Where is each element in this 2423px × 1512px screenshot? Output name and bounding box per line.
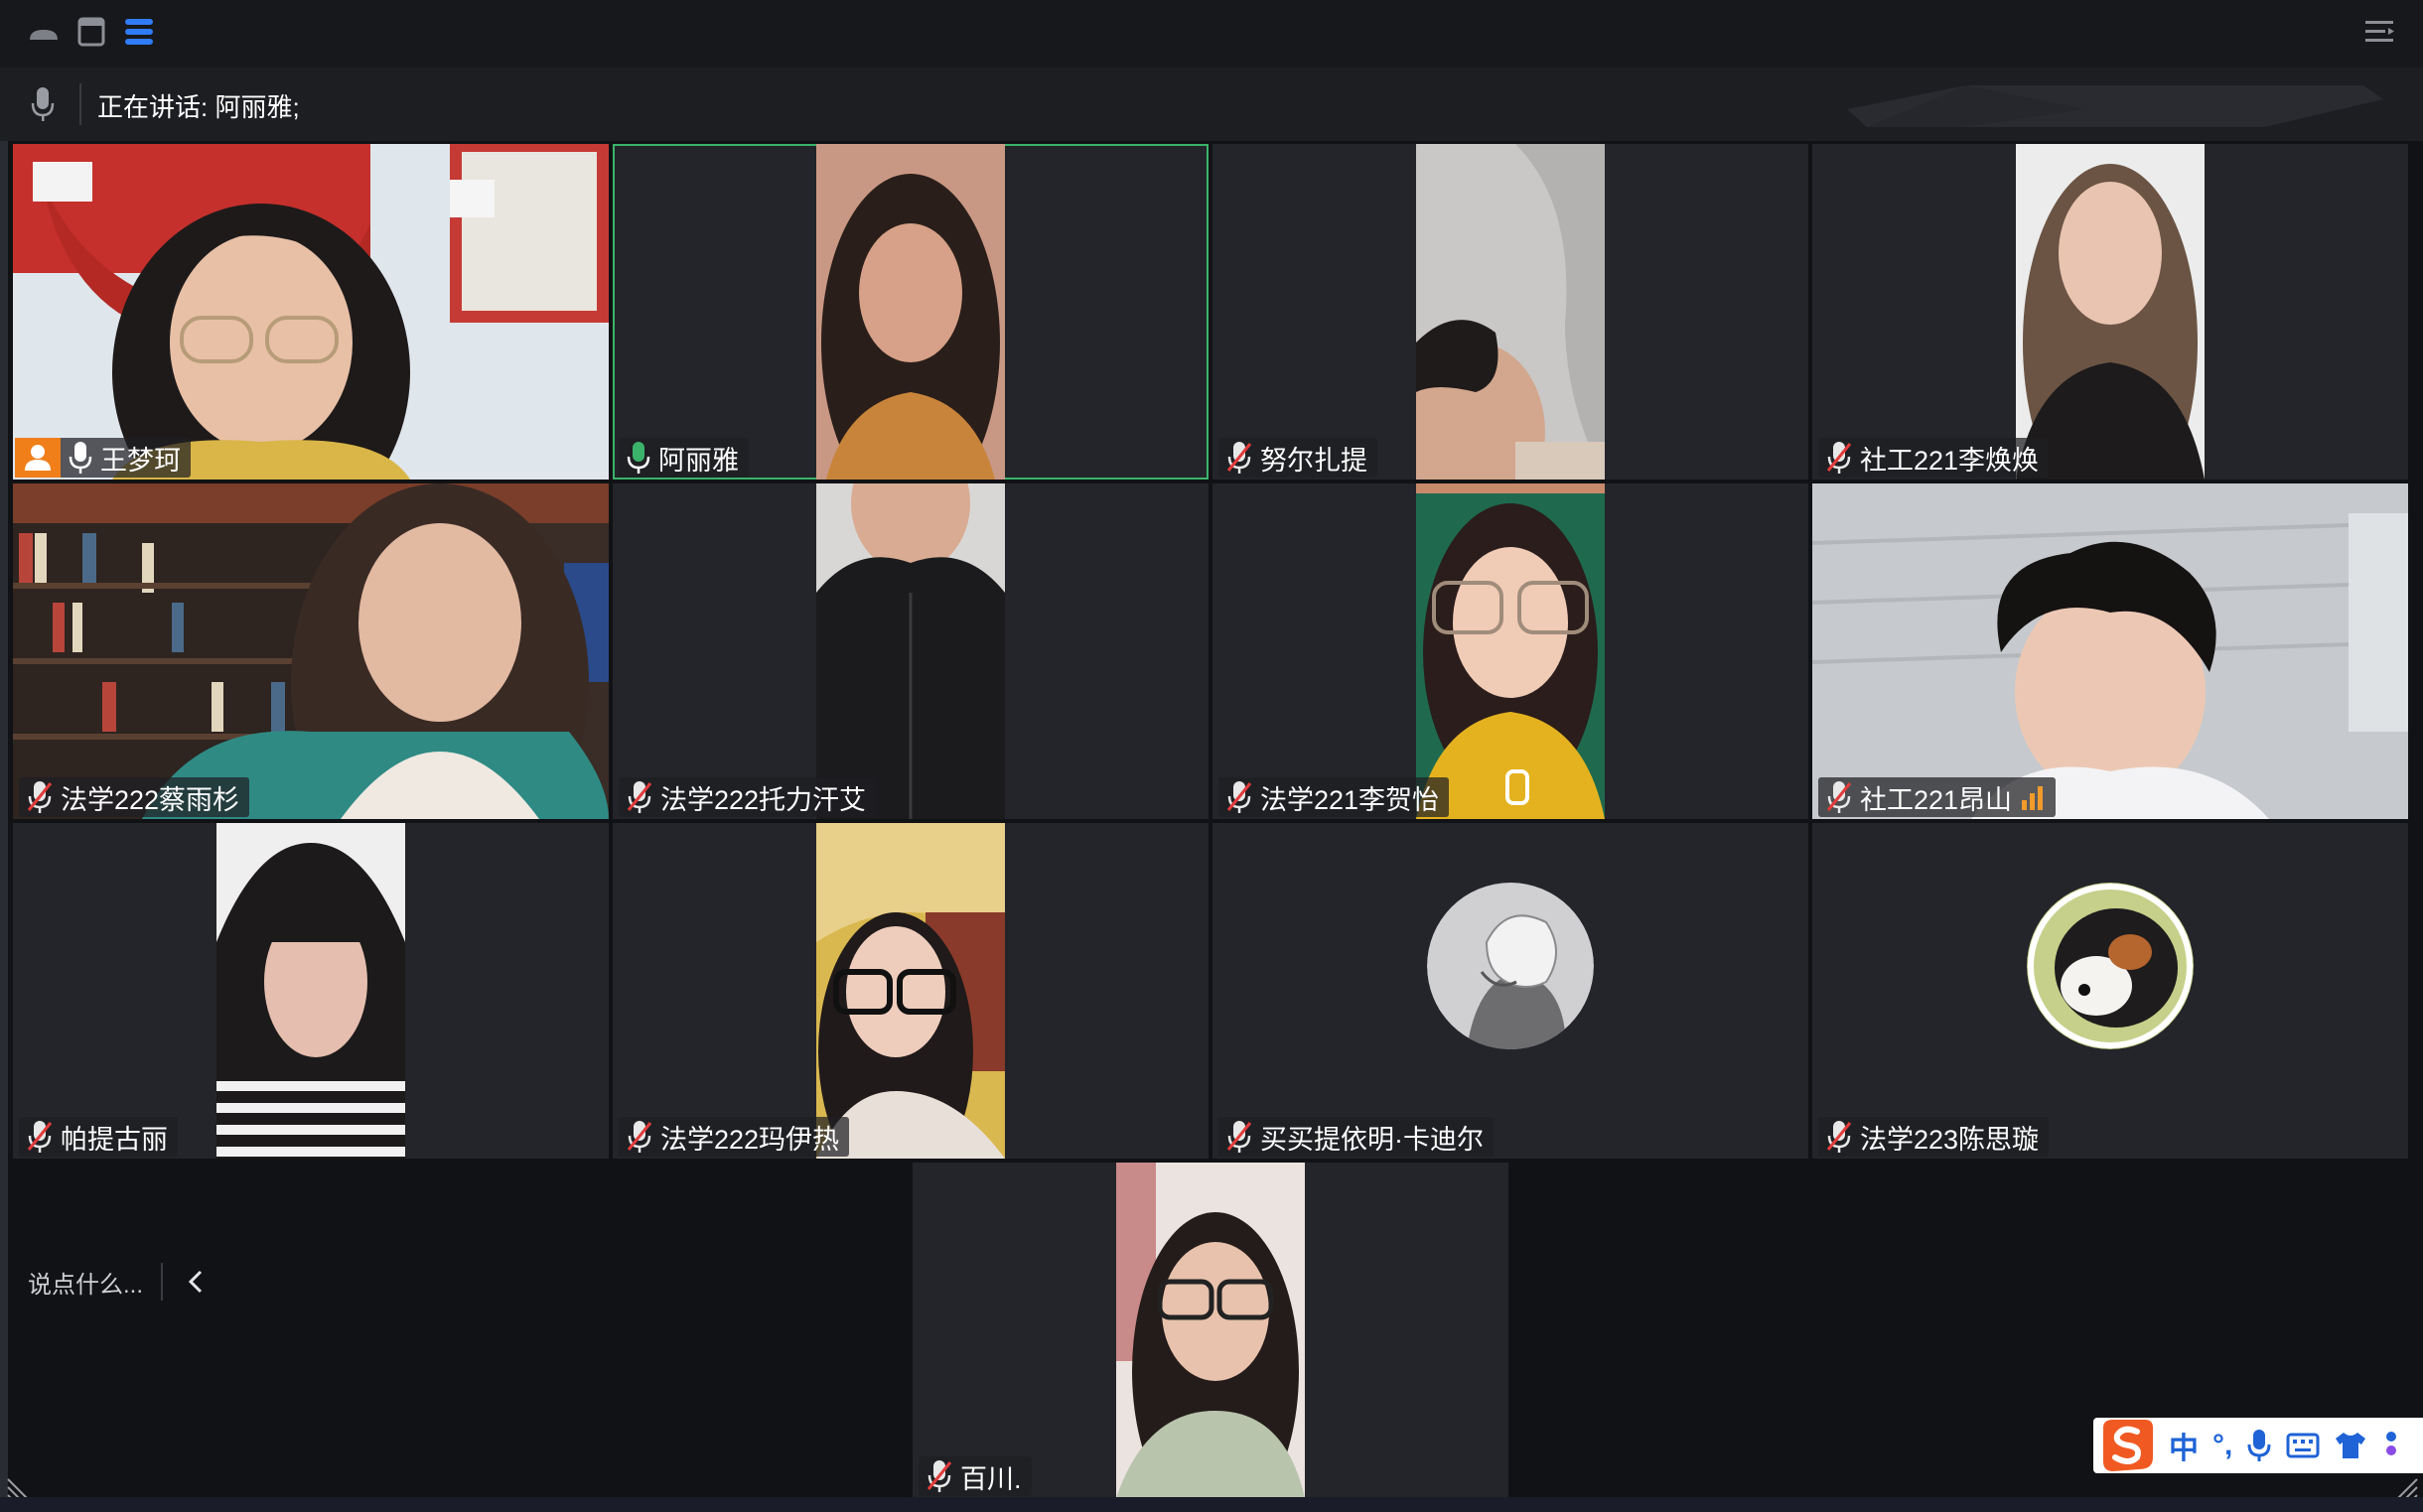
participant-name: 阿丽雅 <box>658 445 739 476</box>
participant-name-tag: 社工221昂山 <box>1818 777 2057 817</box>
participant-name: 法学222玛伊热 <box>660 1124 840 1155</box>
resize-handle-icon[interactable] <box>6 1475 38 1499</box>
left-window-edge <box>0 0 8 1512</box>
participant-name: 王梦珂 <box>100 445 181 476</box>
participant-name-tag: 阿丽雅 <box>619 438 749 478</box>
participant-tile[interactable]: 社工221李焕焕 <box>1812 144 2408 480</box>
microphone-muted-icon <box>1226 1121 1252 1153</box>
participant-name-tag: 法学222玛伊热 <box>619 1117 850 1157</box>
participant-avatar <box>2027 883 2194 1049</box>
microphone-muted-icon <box>627 781 652 813</box>
participant-tile[interactable]: 帕提古丽 <box>13 823 609 1159</box>
resize-handle-icon[interactable] <box>2387 1475 2419 1499</box>
sogou-ime-logo-icon[interactable] <box>2099 1418 2155 1473</box>
participant-name-tag: 法学223陈思璇 <box>1818 1117 2050 1157</box>
participant-video <box>13 483 609 819</box>
participant-tile[interactable]: 百川. <box>913 1163 1508 1498</box>
host-badge-icon <box>15 438 61 478</box>
microphone-muted-icon <box>27 1121 53 1153</box>
chat-input-placeholder[interactable]: 说点什么... <box>10 1265 161 1300</box>
microphone-muted-icon <box>27 781 53 813</box>
participant-tile[interactable]: 法学222托力汗艾 <box>613 483 1209 819</box>
participant-name-tag: 努尔扎提 <box>1218 438 1377 478</box>
participant-video <box>1416 483 1605 819</box>
participant-name-tag: 法学222托力汗艾 <box>619 777 877 817</box>
participant-name: 法学223陈思璇 <box>1860 1124 2040 1155</box>
participant-video <box>816 823 1005 1159</box>
speaking-indicator-bar: 正在讲话: 阿丽雅; <box>0 68 2423 141</box>
divider <box>161 1263 164 1301</box>
menu-collapse-icon[interactable] <box>2361 14 2397 50</box>
participant-name-tag: 法学222蔡雨杉 <box>19 777 250 817</box>
participant-tile[interactable]: 法学222蔡雨杉 <box>13 483 609 819</box>
participant-tile[interactable]: 努尔扎提 <box>1212 144 1808 480</box>
microphone-muted-icon <box>926 1460 952 1492</box>
microphone-icon[interactable] <box>30 85 56 123</box>
ime-more-icon[interactable] <box>2381 1429 2401 1462</box>
ime-punctuation-mode[interactable]: °, <box>2212 1429 2232 1462</box>
participant-name: 法学222蔡雨杉 <box>61 784 240 815</box>
divider <box>79 83 81 125</box>
participant-avatar <box>1427 883 1594 1049</box>
participant-name-tag: 帕提古丽 <box>19 1117 178 1157</box>
participant-tile[interactable]: 买买提依明·卡迪尔 <box>1212 823 1808 1159</box>
ime-keyboard-icon[interactable] <box>2286 1431 2320 1460</box>
participant-video <box>1812 483 2408 819</box>
participant-name-tag: 王梦珂 <box>15 438 191 478</box>
taskbar-edge <box>0 1497 2423 1512</box>
network-signal-icon <box>2022 786 2044 810</box>
microphone-muted-icon <box>1826 1121 1852 1153</box>
microphone-on-icon <box>69 442 92 474</box>
participant-name-tag: 买买提依明·卡迪尔 <box>1218 1117 1494 1157</box>
participant-name: 社工221李焕焕 <box>1860 445 2040 476</box>
participant-tile[interactable]: 社工221昂山 <box>1812 483 2408 819</box>
ime-chinese-mode[interactable]: 中 <box>2169 1424 2199 1467</box>
participant-tile[interactable]: 法学221李贺怡 <box>1212 483 1808 819</box>
participant-name-tag: 百川. <box>919 1456 1032 1496</box>
participant-video <box>216 823 405 1159</box>
participant-video <box>816 144 1005 480</box>
participant-name-tag: 法学221李贺怡 <box>1218 777 1450 817</box>
ime-skin-icon[interactable] <box>2334 1431 2367 1460</box>
participant-name-tag: 社工221李焕焕 <box>1818 438 2050 478</box>
gallery-view-icon[interactable] <box>121 14 157 50</box>
participant-tile[interactable]: 王梦珂 <box>13 144 609 480</box>
window-title-bar <box>0 0 2423 68</box>
microphone-on-icon <box>627 442 650 474</box>
participant-name: 法学221李贺怡 <box>1260 784 1440 815</box>
participant-video <box>1116 1163 1305 1498</box>
ime-voice-input-icon[interactable] <box>2246 1428 2272 1463</box>
participant-name: 买买提依明·卡迪尔 <box>1260 1124 1484 1155</box>
participant-video <box>1416 144 1605 480</box>
participant-name: 百川. <box>960 1463 1022 1494</box>
participant-name: 社工221昂山 <box>1860 784 2013 815</box>
microphone-muted-icon <box>1826 781 1852 813</box>
window-layout-icon[interactable] <box>73 14 109 50</box>
microphone-muted-icon <box>1226 781 1252 813</box>
chevron-left-icon[interactable] <box>177 1262 216 1302</box>
participant-tile[interactable]: 法学222玛伊热 <box>613 823 1209 1159</box>
participant-name: 帕提古丽 <box>61 1124 168 1155</box>
microphone-muted-icon <box>627 1121 652 1153</box>
participant-video <box>13 144 609 480</box>
ime-toolbar[interactable]: 中 °, <box>2093 1418 2423 1473</box>
participant-name: 法学222托力汗艾 <box>660 784 867 815</box>
speaking-text: 正在讲话: 阿丽雅; <box>97 92 300 122</box>
microphone-muted-icon <box>1826 442 1852 474</box>
participant-tile-active[interactable]: 阿丽雅 <box>613 144 1209 480</box>
microphone-muted-icon <box>1226 442 1252 474</box>
decorative-banner-shape <box>1847 85 2383 127</box>
participant-tile[interactable]: 法学223陈思璇 <box>1812 823 2408 1159</box>
participant-video <box>2016 144 2205 480</box>
minimize-icon[interactable] <box>26 14 62 50</box>
participant-name: 努尔扎提 <box>1260 445 1367 476</box>
participant-video <box>816 483 1005 819</box>
chat-input-area[interactable]: 说点什么... <box>10 1259 216 1305</box>
